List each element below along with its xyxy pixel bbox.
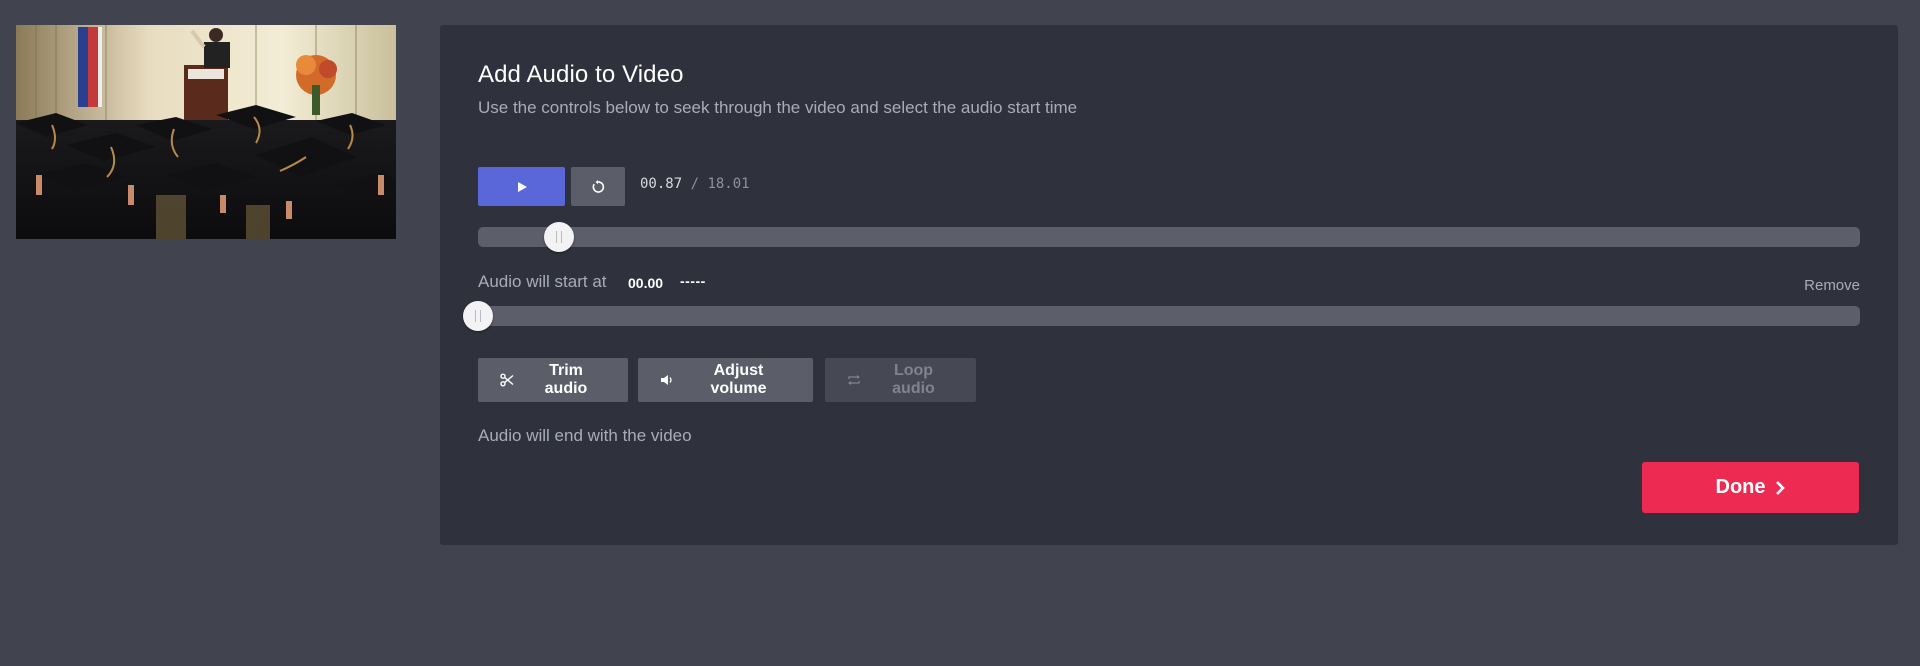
chevron-right-icon xyxy=(1774,480,1786,496)
scissors-icon xyxy=(500,373,514,387)
total-duration: 18.01 xyxy=(707,176,750,192)
restart-icon xyxy=(591,179,605,194)
remove-audio-link[interactable]: Remove xyxy=(1804,277,1860,294)
time-separator: / xyxy=(682,176,708,192)
speaker-icon xyxy=(660,373,674,387)
current-time: 00.87 xyxy=(640,176,683,192)
add-audio-panel: Add Audio to Video Use the controls belo… xyxy=(440,25,1898,545)
trim-audio-button[interactable]: Trim audio xyxy=(478,358,628,402)
grip-icon xyxy=(556,231,563,243)
loop-icon xyxy=(847,373,861,387)
trim-audio-label: Trim audio xyxy=(544,362,588,397)
grip-icon xyxy=(475,310,481,322)
play-icon xyxy=(516,181,528,193)
play-button[interactable] xyxy=(478,167,565,206)
video-seek-slider[interactable] xyxy=(478,222,1860,252)
audio-start-handle[interactable] xyxy=(463,301,493,331)
video-thumbnail xyxy=(16,25,396,239)
loop-audio-label: Loop audio xyxy=(892,362,935,397)
adjust-volume-button[interactable]: Adjust volume xyxy=(638,358,813,402)
adjust-volume-label: Adjust volume xyxy=(710,362,767,397)
loop-audio-button[interactable]: Loop audio xyxy=(825,358,976,402)
audio-end-note: Audio will end with the video xyxy=(478,426,692,445)
audio-start-label: Audio will start at xyxy=(478,272,607,291)
graduation-scene-image xyxy=(16,25,396,239)
time-display: 00.87 / 18.01 xyxy=(640,176,750,192)
audio-start-dash: ----- xyxy=(680,273,706,289)
video-seek-handle[interactable] xyxy=(544,222,575,252)
panel-title: Add Audio to Video xyxy=(478,61,684,88)
app-root: Add Audio to Video Use the controls belo… xyxy=(0,0,1920,666)
done-button[interactable]: Done xyxy=(1642,462,1859,513)
panel-subtitle: Use the controls below to seek through t… xyxy=(478,98,1078,117)
audio-start-value: 00.00 xyxy=(628,275,664,291)
restart-button[interactable] xyxy=(571,167,625,206)
done-label: Done xyxy=(1715,476,1766,498)
audio-start-slider[interactable] xyxy=(463,301,1860,331)
